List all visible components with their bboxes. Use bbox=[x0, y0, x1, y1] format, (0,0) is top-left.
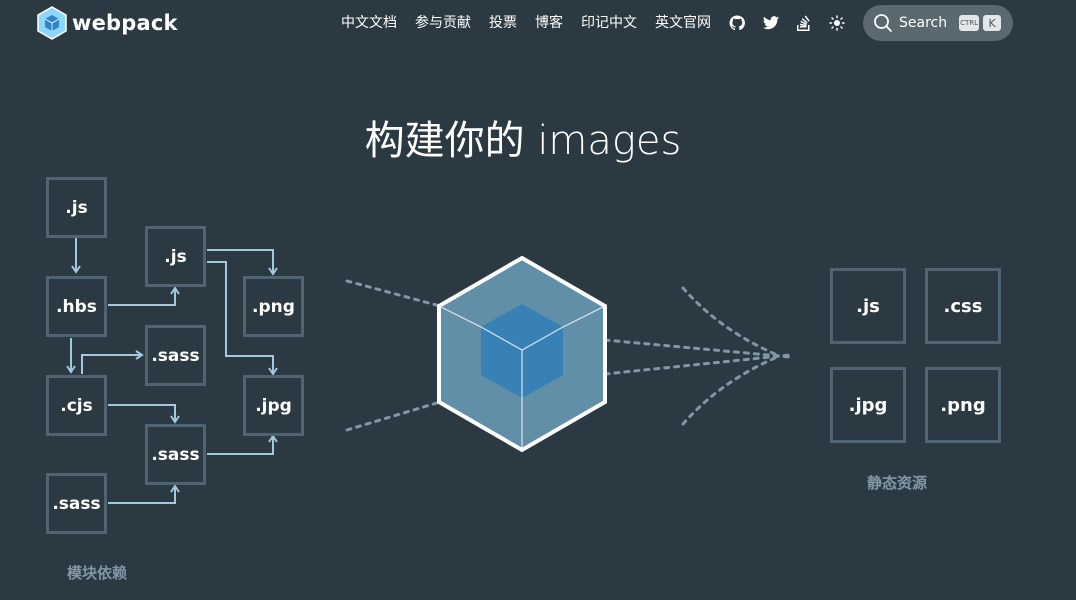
module-js-box: .js bbox=[46, 177, 107, 238]
module-js-box: .js bbox=[145, 226, 206, 287]
dependency-graph-art bbox=[66, 238, 792, 504]
asset-js-box: .js bbox=[830, 268, 906, 344]
module-sass-box: .sass bbox=[145, 325, 206, 386]
asset-png-box: .png bbox=[925, 367, 1001, 443]
module-sass-box: .sass bbox=[145, 424, 206, 485]
webpack-cube bbox=[437, 255, 607, 453]
module-hbs-box: .hbs bbox=[46, 276, 107, 337]
assets-caption: 静态资源 bbox=[867, 474, 928, 492]
module-sass-box: .sass bbox=[46, 473, 107, 534]
module-png-box: .png bbox=[243, 276, 304, 337]
module-cjs-box: .cjs bbox=[46, 375, 107, 436]
asset-jpg-box: .jpg bbox=[830, 367, 906, 443]
dependencies-caption: 模块依赖 bbox=[67, 564, 128, 582]
asset-css-box: .css bbox=[925, 268, 1001, 344]
module-jpg-box: .jpg bbox=[243, 375, 304, 436]
